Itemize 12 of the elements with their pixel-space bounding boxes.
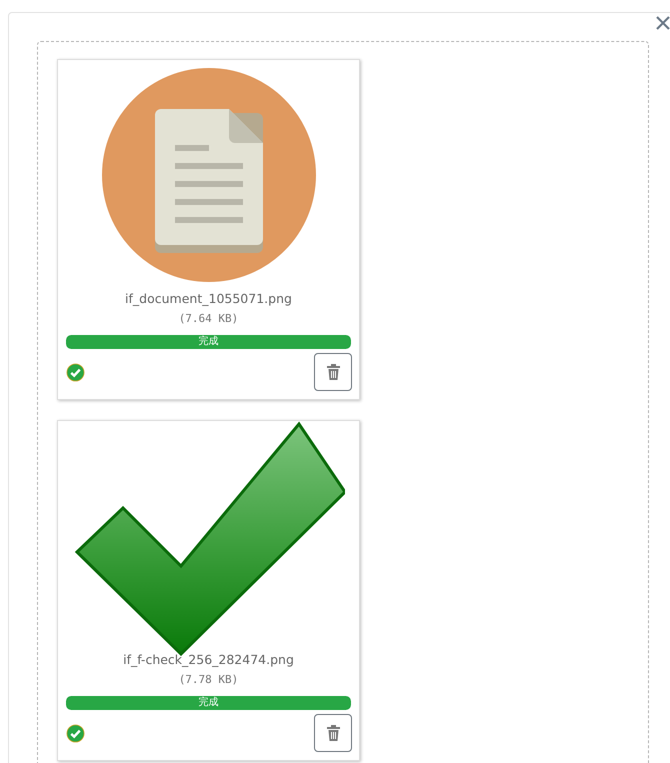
file-name: if_f-check_256_282474.png	[123, 652, 294, 668]
progress-label: 完成	[198, 335, 218, 349]
delete-button[interactable]	[314, 353, 352, 391]
document-icon	[100, 67, 316, 283]
close-icon[interactable]	[656, 16, 670, 30]
progress-label: 完成	[198, 696, 218, 710]
trash-icon	[326, 725, 340, 741]
file-name: if_document_1055071.png	[125, 291, 292, 307]
file-size: (7.78 KB)	[178, 672, 238, 688]
file-size: (7.64 KB)	[178, 311, 238, 327]
trash-icon	[326, 364, 340, 380]
delete-button[interactable]	[314, 714, 352, 752]
